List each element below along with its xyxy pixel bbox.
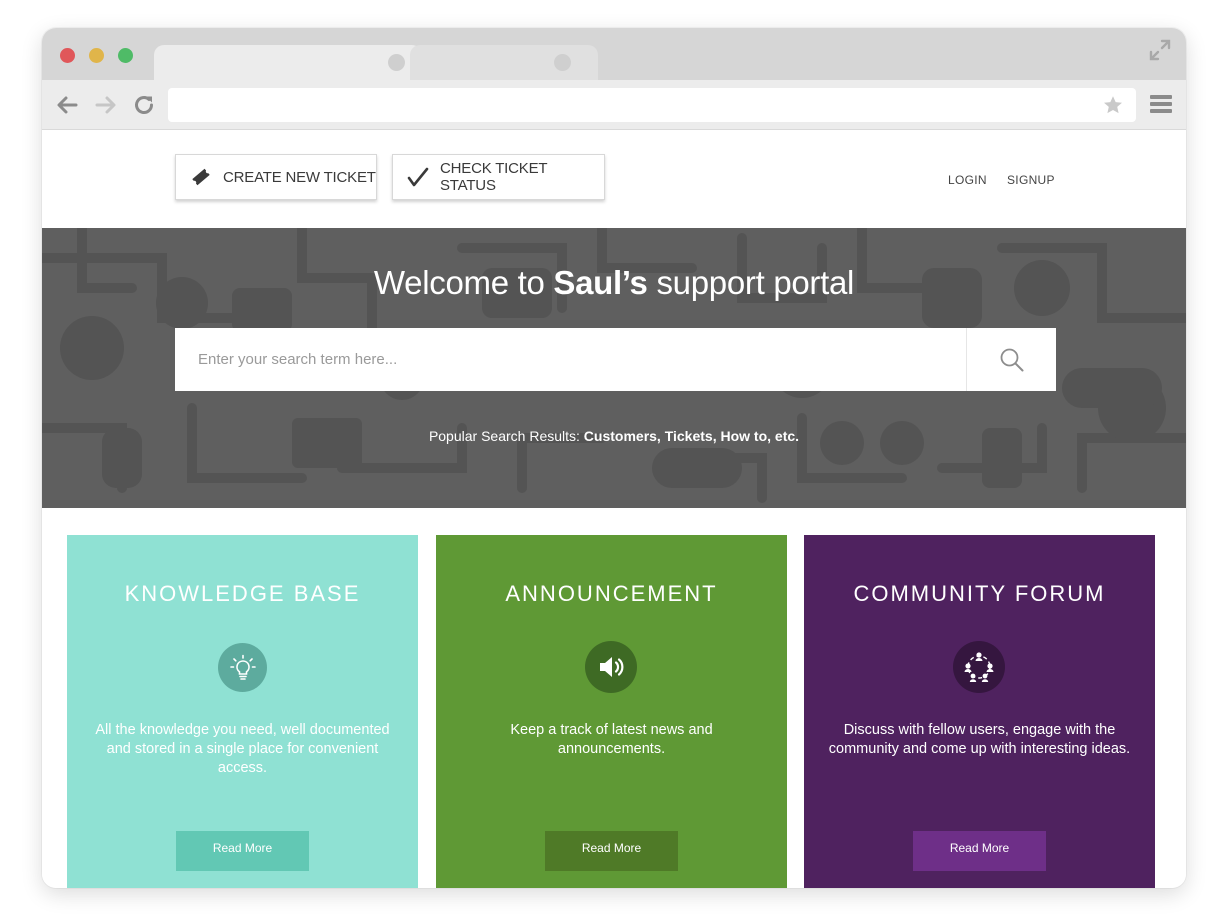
checkmark-icon bbox=[407, 166, 429, 188]
card-title: COMMUNITY FORUM bbox=[853, 581, 1106, 606]
reload-icon bbox=[135, 96, 153, 114]
search-box bbox=[175, 328, 1056, 391]
browser-toolbar bbox=[42, 80, 1186, 130]
forward-button[interactable] bbox=[93, 92, 119, 118]
close-window-button[interactable] bbox=[60, 48, 75, 63]
bookmark-star-icon[interactable] bbox=[1102, 94, 1124, 116]
menu-icon[interactable] bbox=[1150, 95, 1172, 115]
hero-banner: Welcome to Saul’s support portal Popular… bbox=[42, 228, 1186, 508]
hero-title: Welcome to Saul’s support portal bbox=[373, 264, 855, 301]
search-input[interactable] bbox=[175, 328, 966, 391]
create-ticket-label: CREATE NEW TICKET bbox=[223, 168, 376, 186]
community-icon bbox=[953, 641, 1005, 693]
search-icon bbox=[1000, 348, 1023, 371]
tab-close-icon[interactable] bbox=[554, 54, 571, 71]
read-more-button[interactable]: Read More bbox=[176, 831, 309, 871]
knowledge-base-card: KNOWLEDGE BASE All the knowledge you nee… bbox=[67, 535, 418, 888]
card-title: ANNOUNCEMENT bbox=[505, 581, 718, 606]
signup-link[interactable]: SIGNUP bbox=[1007, 173, 1055, 187]
tab-inactive[interactable] bbox=[410, 45, 598, 80]
browser-window: CREATE NEW TICKET CHECK TICKET STATUS LO… bbox=[42, 28, 1186, 888]
arrow-left-icon bbox=[57, 96, 78, 114]
community-forum-card: COMMUNITY FORUM Discuss with fellow user… bbox=[804, 535, 1155, 888]
fullscreen-icon[interactable] bbox=[1148, 38, 1172, 62]
popular-search-terms[interactable]: Customers, Tickets, How to, etc. bbox=[584, 428, 799, 444]
address-bar[interactable] bbox=[168, 88, 1136, 122]
page-content: CREATE NEW TICKET CHECK TICKET STATUS LO… bbox=[42, 130, 1186, 888]
card-title: KNOWLEDGE BASE bbox=[124, 581, 361, 606]
maximize-window-button[interactable] bbox=[118, 48, 133, 63]
card-description: Keep a track of latest news and announce… bbox=[510, 722, 713, 757]
speaker-icon bbox=[585, 641, 637, 693]
check-status-label: CHECK TICKET STATUS bbox=[440, 160, 548, 194]
tab-close-icon[interactable] bbox=[388, 54, 405, 71]
check-ticket-status-button[interactable]: CHECK TICKET STATUS bbox=[392, 154, 605, 200]
site-header: CREATE NEW TICKET CHECK TICKET STATUS LO… bbox=[42, 130, 1186, 228]
tab-strip bbox=[42, 28, 1186, 80]
tab-active[interactable] bbox=[154, 45, 422, 80]
reload-button[interactable] bbox=[131, 92, 157, 118]
card-description: All the knowledge you need, well documen… bbox=[95, 722, 390, 776]
ticket-icon bbox=[190, 166, 212, 188]
card-description: Discuss with fellow users, engage with t… bbox=[828, 722, 1131, 757]
read-more-button[interactable]: Read More bbox=[913, 831, 1046, 871]
announcement-card: ANNOUNCEMENT Keep a track of latest news… bbox=[436, 535, 787, 888]
create-ticket-button[interactable]: CREATE NEW TICKET bbox=[175, 154, 377, 200]
search-button[interactable] bbox=[966, 328, 1056, 391]
minimize-window-button[interactable] bbox=[89, 48, 104, 63]
arrow-right-icon bbox=[95, 96, 116, 114]
read-more-button[interactable]: Read More bbox=[545, 831, 678, 871]
login-link[interactable]: LOGIN bbox=[948, 173, 987, 187]
lightbulb-icon bbox=[218, 643, 267, 692]
back-button[interactable] bbox=[54, 92, 80, 118]
popular-search-results: Popular Search Results: Customers, Ticke… bbox=[428, 428, 800, 444]
